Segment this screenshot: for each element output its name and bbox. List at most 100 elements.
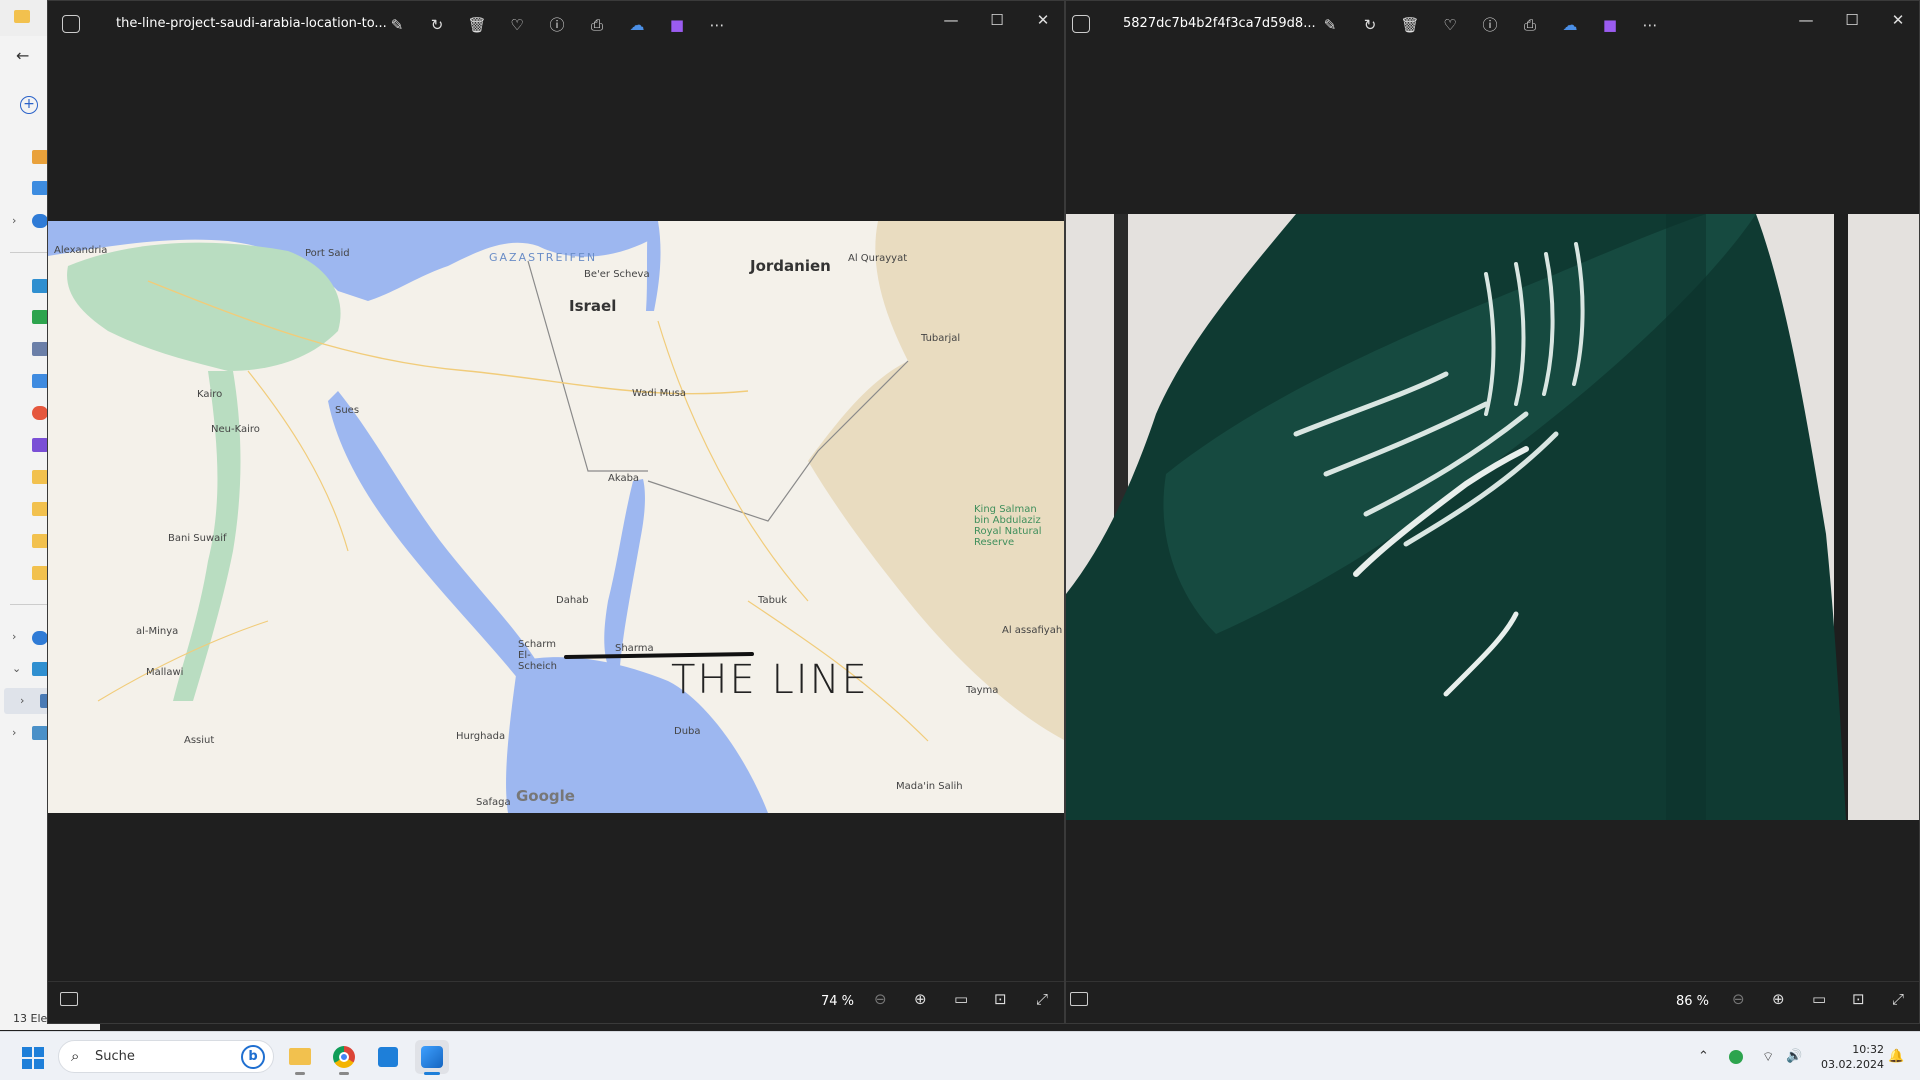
maximize-icon[interactable]: ☐: [974, 7, 1020, 33]
chevron-right-icon[interactable]: ›: [12, 726, 16, 739]
security-icon[interactable]: [1729, 1050, 1743, 1064]
clock[interactable]: 10:32 03.02.2024: [1818, 1042, 1884, 1072]
taskbar-store[interactable]: [371, 1040, 405, 1074]
videos-icon[interactable]: [32, 438, 48, 452]
titlebar: the-line-project-saudi-arabia-location-t…: [48, 1, 1064, 49]
favorite-icon[interactable]: ♡: [504, 12, 530, 38]
more-icon[interactable]: ⋯: [1637, 12, 1663, 38]
minimize-icon[interactable]: —: [1783, 7, 1829, 33]
volume-icon[interactable]: 🔊: [1786, 1049, 1802, 1064]
edit-icon[interactable]: ✎: [1317, 12, 1343, 38]
map-label: GAZASTREIFEN: [489, 251, 598, 264]
chevron-right-icon[interactable]: ›: [12, 630, 16, 643]
new-item-icon[interactable]: +: [20, 96, 38, 114]
folder-icon[interactable]: [32, 566, 48, 580]
maximize-icon[interactable]: ☐: [1829, 7, 1875, 33]
close-icon[interactable]: ✕: [1875, 7, 1919, 33]
map-label: Be'er Scheva: [584, 269, 650, 280]
downloads-icon[interactable]: [32, 310, 48, 324]
delete-icon[interactable]: 🗑: [464, 12, 490, 38]
filmstrip-icon[interactable]: [1070, 992, 1088, 1006]
wifi-icon[interactable]: ⌔: [1762, 1049, 1774, 1065]
fit-to-window-icon[interactable]: ▭: [1812, 990, 1826, 1008]
time: 10:32: [1852, 1043, 1884, 1056]
delete-icon[interactable]: 🗑: [1397, 12, 1423, 38]
store-icon: [378, 1047, 398, 1067]
map-label: Scharm El-Scheich: [518, 639, 557, 672]
map-label: Sues: [335, 405, 360, 416]
map-label: Mada'in Salih: [896, 781, 963, 792]
music-icon[interactable]: [32, 406, 48, 420]
desktop-icon[interactable]: [32, 279, 48, 293]
chrome-center: [339, 1052, 349, 1062]
chevron-right-icon[interactable]: ›: [12, 214, 16, 227]
info-icon[interactable]: ⓘ: [1477, 12, 1503, 38]
map-label: al-Minya: [136, 626, 179, 637]
this-pc-icon[interactable]: [32, 662, 48, 676]
documents-icon[interactable]: [32, 342, 48, 356]
chevron-right-icon[interactable]: ›: [20, 694, 24, 707]
onedrive-icon[interactable]: [32, 631, 48, 645]
taskbar-file-explorer[interactable]: [283, 1040, 317, 1075]
onedrive-icon[interactable]: ☁: [1557, 12, 1583, 38]
zoom-out-icon[interactable]: ⊖: [874, 990, 887, 1008]
bing-icon[interactable]: b: [241, 1045, 265, 1069]
map-label: Jordanien: [750, 257, 831, 275]
map-label: Tubarjal: [921, 333, 961, 344]
gallery-icon[interactable]: [32, 181, 48, 195]
clipchamp-icon[interactable]: ■: [1597, 12, 1623, 38]
folder-icon: [289, 1048, 311, 1065]
actual-size-icon[interactable]: ⊡: [1852, 990, 1865, 1008]
folder-icon[interactable]: [32, 502, 48, 516]
minimize-icon[interactable]: —: [928, 7, 974, 33]
edit-icon[interactable]: ✎: [384, 12, 410, 38]
chevron-down-icon[interactable]: ⌄: [12, 662, 21, 675]
clipchamp-icon[interactable]: ■: [664, 12, 690, 38]
home-icon[interactable]: [32, 150, 48, 164]
map-label: Akaba: [608, 473, 640, 484]
taskbar-chrome[interactable]: [327, 1040, 361, 1075]
filmstrip-icon[interactable]: [60, 992, 78, 1006]
fit-to-window-icon[interactable]: ▭: [954, 990, 968, 1008]
chevron-up-icon[interactable]: ⌃: [1698, 1049, 1709, 1064]
close-icon[interactable]: ✕: [1020, 7, 1064, 33]
onedrive-icon[interactable]: ☁: [624, 12, 650, 38]
taskbar-photos[interactable]: [415, 1040, 449, 1075]
onedrive-icon[interactable]: [32, 214, 48, 228]
photos-app-icon: [62, 15, 80, 33]
info-icon[interactable]: ⓘ: [544, 12, 570, 38]
pictures-icon[interactable]: [32, 374, 48, 388]
print-icon[interactable]: ⎙: [1517, 12, 1543, 38]
titlebar: 5827dc7b4b2f4f3ca7d59d8... ✎ ↻ 🗑 ♡ ⓘ ⎙ ☁…: [1066, 1, 1919, 49]
search-box[interactable]: ⌕ Suche b: [58, 1040, 274, 1073]
map-label: Dahab: [556, 595, 589, 606]
fullscreen-icon[interactable]: ⤢: [1892, 990, 1904, 1008]
map-label: Alexandria: [54, 245, 108, 256]
folder-icon[interactable]: [32, 534, 48, 548]
search-placeholder: Suche: [95, 1049, 135, 1064]
map-label: Assiut: [184, 735, 215, 746]
print-icon[interactable]: ⎙: [584, 12, 610, 38]
notification-bell-icon[interactable]: 🔔: [1888, 1049, 1904, 1064]
network-icon[interactable]: [32, 726, 48, 740]
favorite-icon[interactable]: ♡: [1437, 12, 1463, 38]
bottom-bar: 74 % ⊖ ⊕ ▭ ⊡ ⤢: [48, 981, 1064, 1023]
the-line-label: THE LINE: [671, 657, 869, 703]
google-attribution: Google: [516, 787, 575, 805]
map-label: Port Said: [305, 248, 350, 259]
window-controls: — ☐ ✕: [928, 7, 1064, 33]
more-icon[interactable]: ⋯: [704, 12, 730, 38]
zoom-out-icon[interactable]: ⊖: [1732, 990, 1745, 1008]
running-indicator: [339, 1072, 349, 1075]
folder-icon[interactable]: [32, 470, 48, 484]
rotate-icon[interactable]: ↻: [424, 12, 450, 38]
zoom-in-icon[interactable]: ⊕: [1772, 990, 1785, 1008]
actual-size-icon[interactable]: ⊡: [994, 990, 1007, 1008]
start-icon[interactable]: [22, 1047, 44, 1069]
fullscreen-icon[interactable]: ⤢: [1036, 990, 1048, 1008]
folder-icon: [14, 10, 30, 23]
map-label: Safaga: [476, 797, 511, 808]
back-arrow-icon[interactable]: ←: [16, 46, 29, 65]
zoom-in-icon[interactable]: ⊕: [914, 990, 927, 1008]
rotate-icon[interactable]: ↻: [1357, 12, 1383, 38]
